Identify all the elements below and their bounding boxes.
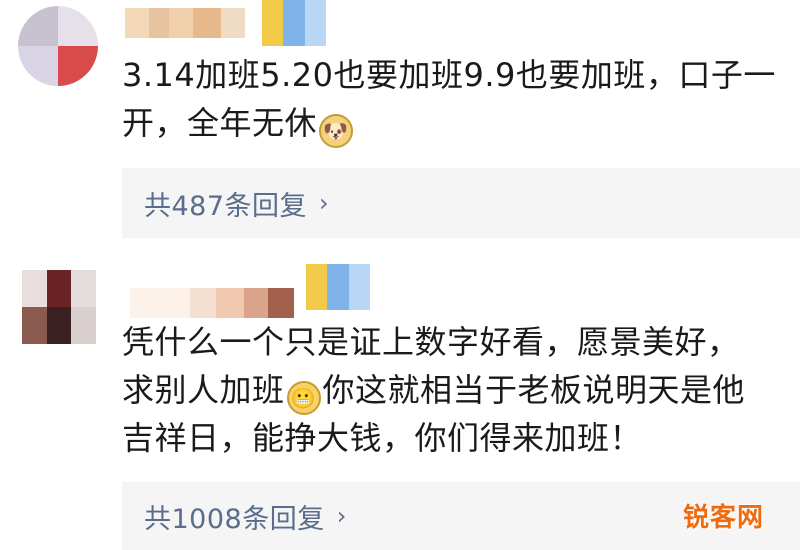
reply-count-label: 共1008条回复 [144,503,325,535]
comment-text-line: 吉祥日，能挣大钱，你们得来加班！ [122,419,643,457]
site-watermark: 锐客网 [683,497,764,534]
comment-text-line: 你这就相当于老板说明天是他 [322,371,746,409]
comment-text-line: 3.14加班5.20也要加班9.9也要加班，口子一 [122,56,776,94]
comment-text: 吉祥日，能挣大钱，你们得来加班！ [122,418,642,458]
comment-text: 求别人加班 😬 你这就相当于老板说明天是他 [122,370,745,415]
reply-count-label: 共487条回复 [144,190,308,222]
user-badge [262,0,326,46]
comment-feed: 3.14加班5.20也要加班9.9也要加班，口子一 开，全年无休 🐶 共487条回… [0,0,800,550]
comment-item: 3.14加班5.20也要加班9.9也要加班，口子一 开，全年无休 🐶 共487条回… [0,0,800,260]
user-badge [306,264,370,310]
chevron-right-icon: › [336,502,347,530]
username-redacted[interactable] [130,288,300,318]
comment-text: 3.14加班5.20也要加班9.9也要加班，口子一 [122,55,776,95]
view-replies-button[interactable]: 共487条回复 › [122,168,800,238]
avatar[interactable] [18,6,98,86]
username-redacted[interactable] [125,8,245,38]
comment-text: 开，全年无休 🐶 [122,103,355,148]
comment-text: 凭什么一个只是证上数字好看，愿景美好， [122,322,740,362]
doge-icon: 🐶 [319,114,354,148]
comment-item: 凭什么一个只是证上数字好看，愿景美好， 求别人加班 😬 你这就相当于老板说明天是他 … [0,260,800,550]
chevron-right-icon: › [319,189,329,217]
comment-text-line: 凭什么一个只是证上数字好看，愿景美好， [122,323,740,361]
comment-text-line: 开，全年无休 [122,104,318,142]
avatar[interactable] [22,270,96,344]
watermark-text: 锐客网 [682,503,764,533]
grin-icon: 😬 [286,381,321,415]
comment-text-line: 求别人加班 [122,371,285,409]
